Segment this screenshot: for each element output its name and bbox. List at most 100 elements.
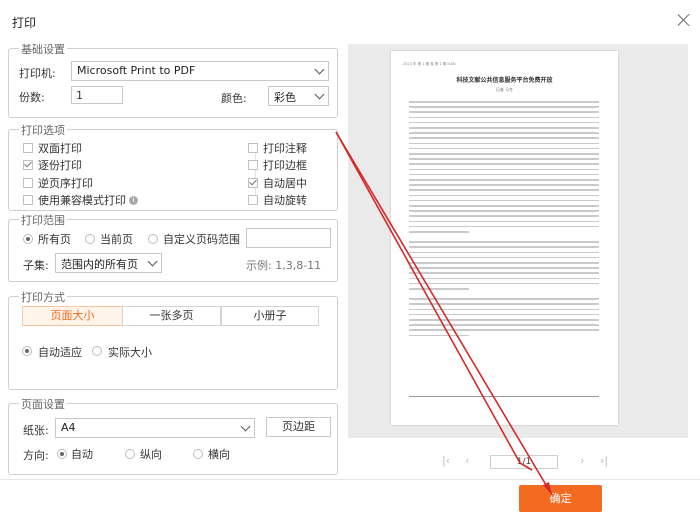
- doc-text-line: [409, 313, 599, 316]
- doc-text-line: [409, 147, 599, 150]
- doc-text-line: [409, 116, 599, 119]
- orientation-auto-radio[interactable]: [57, 449, 67, 459]
- custom-range-radio[interactable]: [148, 234, 158, 244]
- doc-text-line: [409, 137, 599, 139]
- doc-text-line: [409, 282, 599, 285]
- doc-text-line: [409, 199, 599, 202]
- border-label: 打印边框: [263, 159, 307, 172]
- page-setup-legend: 页面设置: [19, 396, 67, 412]
- doc-text-line: [409, 194, 599, 197]
- doc-footer-rule: [409, 396, 599, 397]
- print-options-legend: 打印选项: [19, 122, 67, 138]
- custom-range-label: 自定义页码范围: [163, 233, 240, 246]
- tab-booklet[interactable]: 小册子: [221, 306, 319, 326]
- auto-rotate-label: 自动旋转: [263, 194, 307, 207]
- page-indicator[interactable]: 1/1: [490, 455, 558, 469]
- printer-select[interactable]: Microsoft Print to PDF: [71, 61, 329, 81]
- doc-text-line: [409, 272, 599, 274]
- tab-multi-page[interactable]: 一张多页: [122, 306, 221, 326]
- doc-text-line: [409, 210, 599, 212]
- doc-text-line: [409, 324, 599, 326]
- printer-value: Microsoft Print to PDF: [77, 64, 196, 77]
- doc-text-line: [409, 163, 599, 165]
- print-mode-legend: 打印方式: [19, 289, 67, 305]
- range-example: 示例: 1,3,8-11: [246, 259, 322, 272]
- border-checkbox[interactable]: [248, 160, 258, 170]
- doc-text-line: [409, 189, 599, 191]
- paper-select[interactable]: A4: [55, 418, 255, 438]
- paper-label: 纸张:: [23, 424, 49, 437]
- orientation-label: 方向:: [23, 449, 49, 462]
- compat-mode-label: 使用兼容模式打印: [38, 194, 126, 207]
- orientation-auto-label: 自动: [71, 448, 93, 461]
- custom-range-input[interactable]: [246, 228, 331, 248]
- subset-select[interactable]: 范围内的所有页: [55, 253, 162, 273]
- collate-checkbox[interactable]: [23, 160, 33, 170]
- doc-text-line: [409, 132, 599, 134]
- doc-text-line: [409, 153, 599, 155]
- tab-page-size[interactable]: 页面大小: [22, 306, 123, 326]
- last-page-icon[interactable]: ›|: [600, 454, 608, 467]
- doc-text-line: [409, 241, 599, 243]
- current-page-radio[interactable]: [85, 234, 95, 244]
- auto-center-checkbox[interactable]: [248, 178, 258, 188]
- prev-page-icon[interactable]: ‹: [465, 454, 469, 467]
- copies-input[interactable]: 1: [71, 86, 123, 104]
- orientation-portrait-label: 纵向: [140, 448, 162, 461]
- doc-title: 科技文献公共信息服务平台免费开放: [456, 77, 553, 84]
- doc-text-line: [409, 173, 599, 176]
- compat-mode-checkbox[interactable]: [23, 195, 33, 205]
- all-pages-radio[interactable]: [23, 234, 33, 244]
- chevron-down-icon: [314, 64, 325, 75]
- orientation-landscape-radio[interactable]: [193, 449, 203, 459]
- printer-label: 打印机:: [19, 67, 56, 80]
- dialog-title: 打印: [12, 16, 37, 30]
- margins-button[interactable]: 页边距: [266, 417, 331, 437]
- footer-divider: [0, 479, 700, 480]
- doc-text-line: [409, 303, 599, 305]
- auto-rotate-checkbox[interactable]: [248, 195, 258, 205]
- current-page-label: 当前页: [100, 233, 133, 246]
- confirm-button[interactable]: 确定: [519, 485, 602, 512]
- orientation-portrait-radio[interactable]: [125, 449, 135, 459]
- first-page-icon[interactable]: |‹: [442, 454, 450, 467]
- doc-text-line: [409, 231, 469, 233]
- doc-text-line: [409, 121, 599, 124]
- doc-text-line: [409, 246, 599, 248]
- reverse-order-checkbox[interactable]: [23, 178, 33, 188]
- doc-text-line: [409, 298, 599, 300]
- auto-fit-label: 自动适应: [38, 346, 82, 359]
- next-page-icon[interactable]: ›: [580, 454, 584, 467]
- basic-settings-group: 基础设置 打印机: Microsoft Print to PDF 份数: 1 颜…: [8, 41, 338, 118]
- actual-size-radio[interactable]: [92, 346, 102, 356]
- annotations-checkbox[interactable]: [248, 143, 258, 153]
- collate-label: 逐份打印: [38, 159, 82, 172]
- chevron-down-icon: [147, 256, 158, 267]
- info-icon[interactable]: i: [129, 196, 138, 205]
- doc-text-line: [409, 251, 599, 254]
- doc-text-line: [409, 127, 599, 129]
- orientation-landscape-label: 横向: [208, 448, 230, 461]
- close-icon[interactable]: [676, 12, 692, 28]
- duplex-checkbox[interactable]: [23, 143, 33, 153]
- doc-text-line: [409, 308, 599, 311]
- doc-text-line: [409, 215, 599, 217]
- doc-text-line: [409, 334, 469, 337]
- auto-fit-radio[interactable]: [22, 346, 32, 356]
- doc-text-line: [409, 220, 599, 223]
- all-pages-label: 所有页: [38, 233, 71, 246]
- doc-text-line: [409, 225, 599, 228]
- preview-page: 2023 年 第 1 期 卷 第 1 期 ISSN 科技文献公共信息服务平台免费…: [391, 51, 618, 425]
- print-range-legend: 打印范围: [19, 212, 67, 228]
- page-setup-group: 页面设置 纸张: A4 页边距 方向: 自动 纵向 横向: [8, 396, 338, 475]
- doc-text-line: [409, 319, 599, 321]
- basic-settings-legend: 基础设置: [19, 41, 67, 57]
- annotations-label: 打印注释: [263, 142, 307, 155]
- subset-value: 范围内的所有页: [61, 258, 138, 271]
- doc-text-line: [409, 158, 599, 160]
- doc-text-line: [409, 179, 599, 181]
- color-select[interactable]: 彩色: [268, 86, 329, 106]
- doc-text-line: [409, 256, 599, 259]
- doc-header: 2023 年 第 1 期 卷 第 1 期 ISSN: [403, 62, 456, 66]
- chevron-down-icon: [314, 89, 325, 100]
